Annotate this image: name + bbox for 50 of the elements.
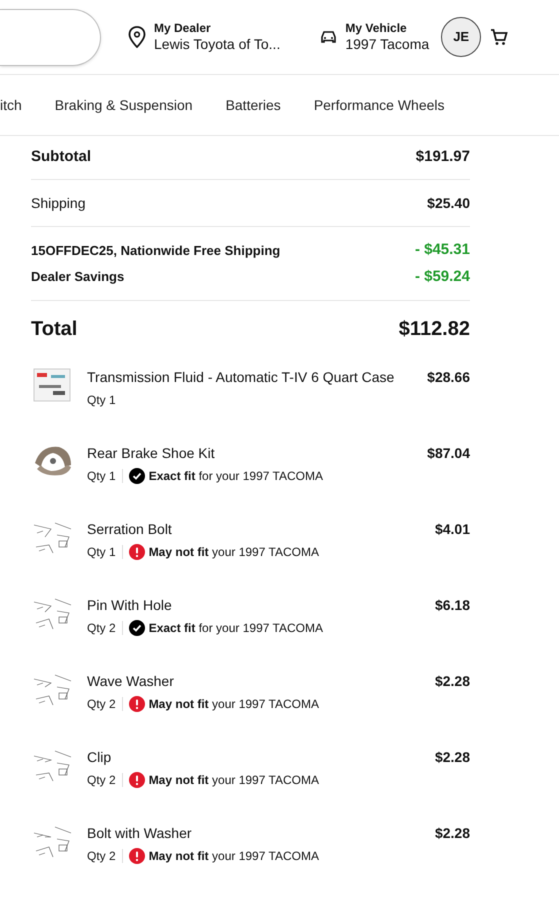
quantity: Qty 1 xyxy=(87,544,116,561)
product-name[interactable]: Rear Brake Shoe Kit xyxy=(87,443,215,464)
quantity: Qty 1 xyxy=(87,392,116,409)
fit-status: Exact fit for your 1997 TACOMA xyxy=(148,620,323,637)
category-link[interactable]: Braking & Suspension xyxy=(54,94,193,116)
product-price: $6.18 xyxy=(434,596,470,615)
quantity: Qty 2 xyxy=(87,848,116,865)
dealer-label: My Dealer xyxy=(154,20,212,36)
product-name[interactable]: Serration Bolt xyxy=(87,519,172,540)
total-value: $112.82 xyxy=(398,317,470,342)
search-field[interactable] xyxy=(0,8,101,66)
category-link[interactable]: Batteries xyxy=(226,94,281,116)
cart-icon[interactable] xyxy=(490,28,508,46)
category-link[interactable]: Performance Wheels xyxy=(314,94,445,116)
total-label: Total xyxy=(31,317,78,342)
shipping-label: Shipping xyxy=(31,194,86,213)
product-name[interactable]: Clip xyxy=(87,747,112,768)
subtotal-value: $191.97 xyxy=(416,147,470,168)
shipping-value: $25.40 xyxy=(427,194,470,212)
discount-label: Dealer Savings xyxy=(31,268,124,286)
fit-status: May not fit your 1997 TACOMA xyxy=(148,696,319,713)
quantity: Qty 2 xyxy=(87,772,116,789)
location-pin-icon xyxy=(128,26,146,48)
category-link[interactable]: itch xyxy=(0,94,22,116)
fit-status: May not fit your 1997 TACOMA xyxy=(148,544,319,561)
product-name[interactable]: Bolt with Washer xyxy=(87,823,192,844)
fit-status: May not fit your 1997 TACOMA xyxy=(148,848,319,865)
fit-status: Exact fit for your 1997 TACOMA xyxy=(148,468,323,485)
product-price: $2.28 xyxy=(434,748,470,767)
vehicle-name[interactable]: 1997 Tacoma xyxy=(345,36,430,54)
product-price: $87.04 xyxy=(427,444,470,463)
quantity: Qty 2 xyxy=(87,696,116,713)
product-name[interactable]: Pin With Hole xyxy=(87,595,172,616)
product-name[interactable]: Transmission Fluid - Automatic T-IV 6 Quart Case xyxy=(87,367,394,388)
product-price: $28.66 xyxy=(427,368,470,387)
product-price: $2.28 xyxy=(434,824,470,843)
avatar-button[interactable]: JE xyxy=(441,17,482,57)
discount-label: 15OFFDEC25, Nationwide Free Shipping xyxy=(31,242,280,260)
product-name[interactable]: Wave Washer xyxy=(87,671,174,692)
dealer-name[interactable]: Lewis Toyota of To... xyxy=(154,36,280,54)
product-price: $4.01 xyxy=(434,520,470,539)
product-price: $2.28 xyxy=(434,672,470,691)
subtotal-label: Subtotal xyxy=(31,147,91,168)
discount-value: - $45.31 xyxy=(414,240,470,260)
car-icon xyxy=(320,30,338,44)
quantity: Qty 2 xyxy=(87,620,116,637)
fit-status: May not fit your 1997 TACOMA xyxy=(148,772,319,789)
vehicle-label: My Vehicle xyxy=(345,20,408,36)
quantity: Qty 1 xyxy=(87,468,116,485)
discount-value: - $59.24 xyxy=(414,266,470,286)
